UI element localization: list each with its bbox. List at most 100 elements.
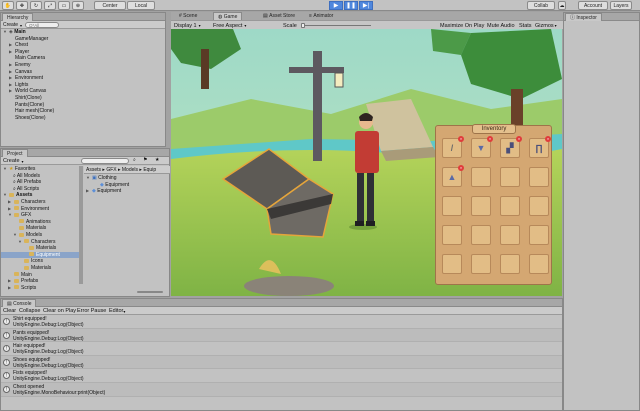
project-folder[interactable]: ▼ Models: [1, 232, 83, 239]
project-search-input[interactable]: [81, 158, 129, 164]
mute-audio-toggle[interactable]: Mute Audio: [487, 22, 515, 29]
project-folder[interactable]: Equipment: [1, 251, 83, 259]
project-folder[interactable]: ▶ Characters: [1, 199, 83, 206]
log-entry[interactable]: ! Hair equipped! UnityEngine.Debug:Log(Obj…: [1, 342, 562, 356]
hierarchy-item[interactable]: ▶ Enemy: [3, 62, 165, 69]
project-folder[interactable]: Materials: [1, 265, 83, 272]
log-entry[interactable]: ! Shirt equipped! UnityEngine.Debug:Log(Ob…: [1, 315, 562, 329]
hierarchy-item[interactable]: Hair mesh(Clone): [3, 108, 165, 115]
inventory-slot[interactable]: [529, 225, 549, 245]
tab-inspector[interactable]: ⓘ Inspector: [565, 13, 602, 21]
console-button[interactable]: Collapse: [19, 308, 40, 314]
label-icon[interactable]: ⚑: [143, 157, 147, 163]
project-folder[interactable]: Animations: [1, 219, 83, 226]
maximize-on-play-toggle[interactable]: Maximize On Play: [440, 22, 484, 29]
inventory-slot[interactable]: ▞ ×: [500, 136, 522, 158]
inventory-slot[interactable]: [471, 225, 491, 245]
tab-game[interactable]: ◍ Game: [213, 12, 243, 20]
inventory-slot[interactable]: [500, 196, 520, 216]
project-folder[interactable]: Icons: [1, 258, 83, 265]
aspect-dropdown[interactable]: Free Aspect ▾: [213, 22, 246, 29]
inventory-slot[interactable]: [529, 167, 549, 187]
hierarchy-item[interactable]: Pants(Clone): [3, 102, 165, 109]
hierarchy-item[interactable]: ▶ World Canvas: [3, 88, 165, 95]
tab-hierarchy[interactable]: Hierarchy: [2, 13, 34, 21]
tab-animator[interactable]: ≡ Animator: [305, 12, 337, 20]
pause-button[interactable]: ❚❚: [344, 1, 358, 10]
inventory-slot[interactable]: [471, 196, 491, 216]
inventory-slot[interactable]: / ×: [442, 136, 464, 158]
project-folder[interactable]: Materials: [1, 225, 83, 232]
inventory-slot[interactable]: ∏ ×: [529, 136, 551, 158]
favorite-item[interactable]: ⌕ All Models: [1, 173, 83, 180]
inventory-slot[interactable]: ▼ ×: [471, 136, 493, 158]
scene-root[interactable]: ▼ ◈ Main: [3, 29, 165, 36]
console-button[interactable]: Clear on Play: [43, 308, 76, 314]
inventory-slot[interactable]: [529, 254, 549, 274]
star-icon[interactable]: ★: [155, 157, 159, 163]
inventory-slot[interactable]: [442, 225, 462, 245]
tab-console[interactable]: ▤ Console: [2, 299, 37, 307]
breadcrumb-item[interactable]: GFX: [106, 167, 116, 173]
scale-slider-thumb[interactable]: [301, 23, 305, 28]
console-button[interactable]: Error Pause: [77, 308, 106, 314]
hierarchy-item[interactable]: ▶ Player: [3, 49, 165, 56]
rotate-tool-button[interactable]: ↻: [30, 1, 42, 10]
cloud-button[interactable]: ☁: [558, 1, 566, 10]
inventory-slot[interactable]: [442, 254, 462, 274]
log-entry[interactable]: ! Chest opened UnityEngine.MonoBehaviour:p…: [1, 382, 562, 397]
remove-item-button[interactable]: ×: [545, 136, 551, 142]
rect-tool-button[interactable]: ▭: [58, 1, 70, 10]
hand-tool-button[interactable]: ✋: [2, 1, 14, 10]
project-folder[interactable]: Materials: [1, 245, 83, 252]
transform-tool-button[interactable]: ⊕: [72, 1, 84, 10]
inventory-slot[interactable]: [500, 254, 520, 274]
inventory-slot[interactable]: [471, 167, 491, 187]
remove-item-button[interactable]: ×: [458, 165, 464, 171]
stats-toggle[interactable]: Stats: [519, 22, 532, 29]
favorite-item[interactable]: ⌕ All Prefabs: [1, 179, 83, 186]
log-entry[interactable]: ! Pants equipped! UnityEngine.Debug:Log(Ob…: [1, 328, 562, 343]
project-folder[interactable]: ▼ Characters: [1, 239, 83, 246]
display-dropdown[interactable]: Display 1 ▾: [174, 22, 201, 29]
hierarchy-item[interactable]: Main Camera: [3, 55, 165, 62]
collab-button[interactable]: Collab: [527, 1, 555, 10]
asset-item[interactable]: ◆ Equipment: [84, 182, 170, 189]
inventory-slot[interactable]: ▲ ×: [442, 165, 464, 187]
hierarchy-search-input[interactable]: [25, 22, 59, 28]
project-folder[interactable]: ▼ Assets: [1, 192, 83, 199]
breadcrumb-item[interactable]: Assets: [86, 167, 101, 173]
log-entry[interactable]: ! Shoes equipped! UnityEngine.Debug:Log(Ob…: [1, 355, 562, 370]
inventory-slot[interactable]: [529, 196, 549, 216]
tree-scrollbar[interactable]: [79, 166, 83, 284]
project-folder[interactable]: Main: [1, 272, 83, 279]
breadcrumb-item[interactable]: Equip: [143, 167, 156, 173]
play-button[interactable]: ▶: [329, 1, 343, 10]
favorite-item[interactable]: ⌕ All Scripts: [1, 186, 83, 193]
hierarchy-item[interactable]: ▶ Environment: [3, 75, 165, 82]
project-folder[interactable]: ▶ Prefabs: [1, 278, 83, 285]
hierarchy-create-button[interactable]: Create ▾: [3, 22, 22, 28]
log-entry[interactable]: ! Fists equipped! UnityEngine.Debug:Log(Ob…: [1, 369, 562, 383]
hierarchy-item[interactable]: ▶ Canvas: [3, 69, 165, 76]
layers-dropdown[interactable]: Layers: [610, 1, 632, 10]
hierarchy-item[interactable]: GameManager: [3, 36, 165, 43]
space-toggle[interactable]: Local: [127, 1, 155, 10]
move-tool-button[interactable]: ✥: [16, 1, 28, 10]
step-button[interactable]: ▶|: [359, 1, 373, 10]
asset-item[interactable]: ▶ ◆ Equipment: [84, 188, 170, 195]
hierarchy-item[interactable]: Shirt(Clone): [3, 95, 165, 102]
scale-tool-button[interactable]: ⤢: [44, 1, 56, 10]
inventory-slot[interactable]: [471, 254, 491, 274]
account-dropdown[interactable]: Account: [578, 1, 608, 10]
inventory-slot[interactable]: [500, 225, 520, 245]
asset-item[interactable]: ▼ ▣ Clothing: [84, 175, 170, 182]
breadcrumb-item[interactable]: Models: [122, 167, 138, 173]
project-folder[interactable]: ▼ GFX: [1, 212, 83, 219]
hierarchy-item[interactable]: ▶ Chest: [3, 42, 165, 49]
tab-project[interactable]: Project: [2, 149, 28, 157]
project-folder[interactable]: ▶ Environment: [1, 206, 83, 213]
tab-scene[interactable]: # Scene: [175, 12, 201, 20]
remove-item-button[interactable]: ×: [487, 136, 493, 142]
remove-item-button[interactable]: ×: [516, 136, 522, 142]
